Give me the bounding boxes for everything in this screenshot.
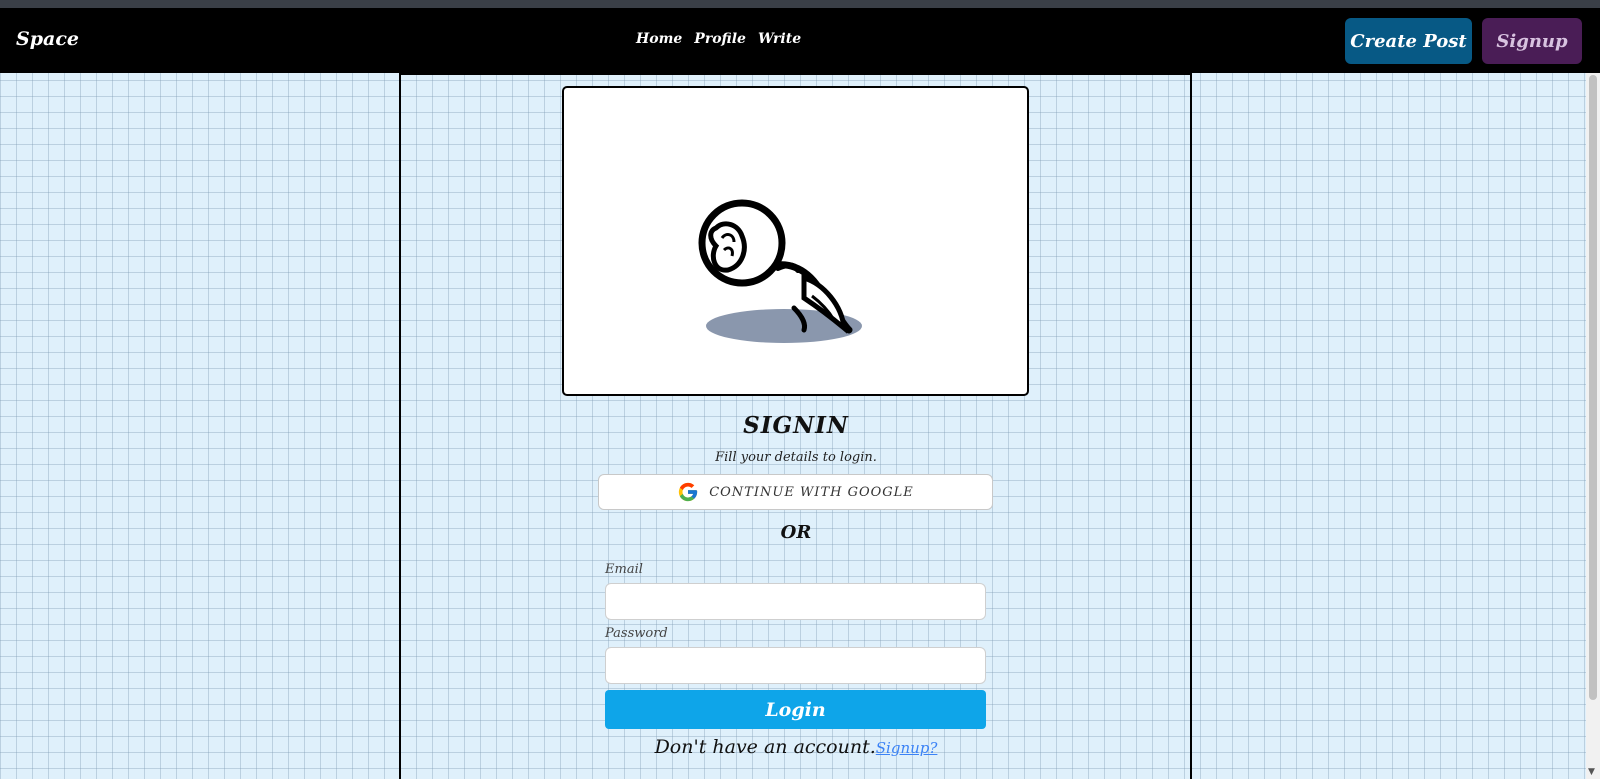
scroll-thumb[interactable] bbox=[1589, 75, 1597, 700]
navbar: Space Home Profile Write Create Post Sig… bbox=[0, 8, 1600, 73]
create-post-button[interactable]: Create Post bbox=[1345, 18, 1472, 64]
or-divider: OR bbox=[780, 522, 812, 543]
sad-character-illustration bbox=[698, 199, 862, 343]
continue-with-google-button[interactable]: CONTINUE WITH GOOGLE bbox=[598, 474, 993, 510]
password-field[interactable] bbox=[605, 647, 986, 684]
nav-links: Home Profile Write bbox=[636, 31, 801, 47]
signin-title: SIGNIN bbox=[743, 412, 849, 439]
login-button[interactable]: Login bbox=[605, 690, 986, 729]
nav-link-home[interactable]: Home bbox=[636, 31, 682, 47]
brand-logo[interactable]: Space bbox=[16, 28, 79, 50]
email-field[interactable] bbox=[605, 583, 986, 620]
nav-link-profile[interactable]: Profile bbox=[694, 31, 746, 47]
google-button-label: CONTINUE WITH GOOGLE bbox=[709, 484, 914, 500]
illustration-card bbox=[562, 86, 1029, 396]
scrollbar[interactable]: ▼ bbox=[1586, 73, 1600, 779]
browser-top-strip bbox=[0, 0, 1600, 8]
google-g-icon bbox=[679, 482, 698, 502]
scroll-down-arrow-icon[interactable]: ▼ bbox=[1588, 767, 1595, 777]
signup-link[interactable]: Signup? bbox=[876, 739, 938, 757]
signup-button[interactable]: Signup bbox=[1482, 18, 1582, 64]
no-account-text: Don't have an account. bbox=[654, 736, 876, 758]
password-label: Password bbox=[605, 626, 668, 641]
email-label: Email bbox=[605, 562, 643, 577]
signin-subtitle: Fill your details to login. bbox=[715, 450, 877, 465]
nav-link-write[interactable]: Write bbox=[758, 31, 801, 47]
signup-prompt: Don't have an account.Signup? bbox=[0, 736, 1592, 758]
